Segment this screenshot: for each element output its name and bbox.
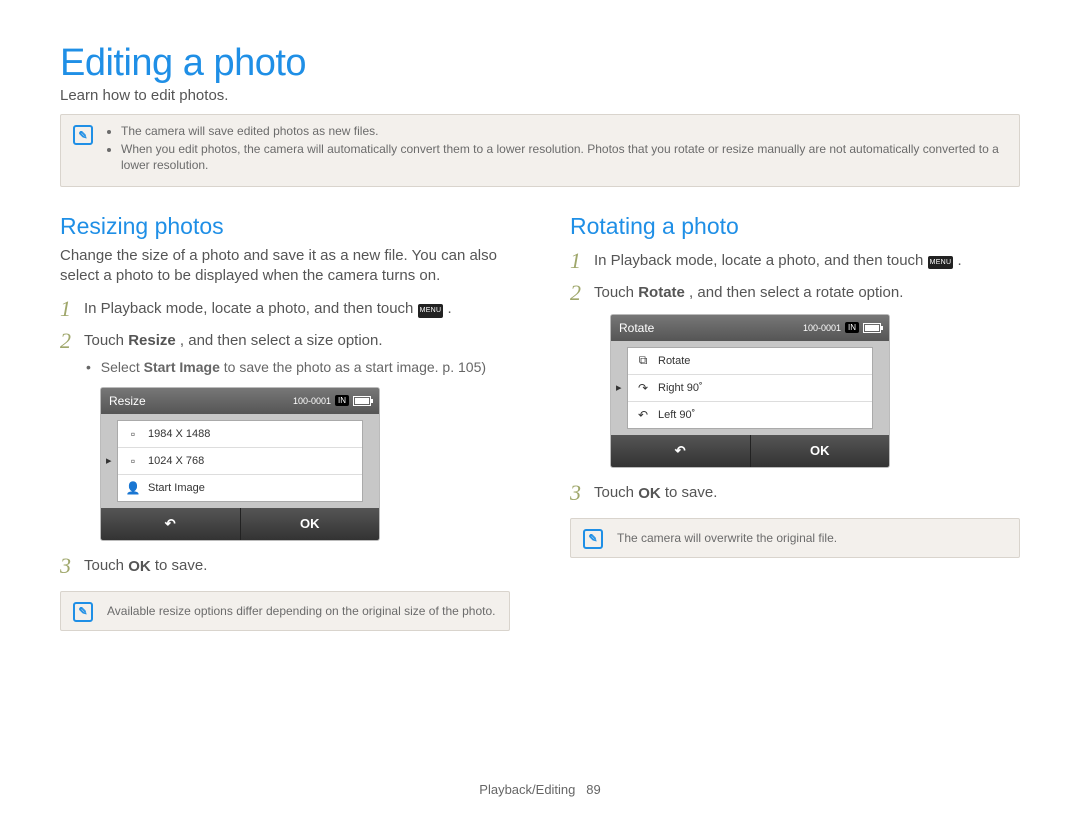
rotating-heading: Rotating a photo (570, 213, 1020, 240)
rotate-step-2: 2 Touch Rotate , and then select a rotat… (570, 282, 1020, 304)
step-text: In Playback mode, locate a photo, and th… (84, 300, 418, 317)
storage-icon: IN (335, 395, 349, 406)
footer-section: Playback/Editing (479, 782, 575, 797)
rotate-footnote: ✎ The camera will overwrite the original… (570, 518, 1020, 558)
resizing-heading: Resizing photos (60, 213, 510, 240)
ok-icon: OK (128, 556, 151, 577)
camera-title: Resize (109, 394, 146, 408)
rotate-off-icon: ⧉ (634, 353, 652, 368)
step-number: 2 (60, 330, 84, 352)
step-number: 3 (60, 555, 84, 577)
camera-status: 100-0001 IN (293, 395, 371, 406)
resize-option[interactable]: ▫ 1984 X 1488 (118, 421, 362, 448)
page: Editing a photo Learn how to edit photos… (0, 0, 1080, 815)
camera-fileno: 100-0001 (803, 323, 841, 333)
back-icon: ↶ (675, 443, 686, 459)
camera-titlebar: Resize 100-0001 IN (101, 388, 379, 414)
page-title: Editing a photo (60, 42, 1020, 85)
menu-icon: MENU (418, 304, 444, 318)
camera-titlebar: Rotate 100-0001 IN (611, 315, 889, 341)
resize-step-1: 1 In Playback mode, locate a photo, and … (60, 298, 510, 320)
step-text: . (958, 252, 962, 269)
camera-status: 100-0001 IN (803, 322, 881, 333)
rotate-left-icon: ↶ (634, 408, 652, 422)
option-label: Left 90˚ (658, 409, 695, 421)
back-icon: ↶ (165, 516, 176, 532)
step-number: 1 (60, 298, 84, 320)
resolution-icon: ▫ (124, 427, 142, 441)
rotate-right-icon: ↷ (634, 381, 652, 395)
back-button[interactable]: ↶ (611, 435, 751, 467)
ok-icon: OK (638, 483, 661, 504)
top-note-bullet: The camera will save edited photos as ne… (121, 123, 1007, 139)
step-text: , and then select a size option. (180, 332, 383, 349)
resolution-icon: ▫ (124, 454, 142, 468)
rotate-camera-ui: Rotate 100-0001 IN ⧉ Rotate ↷ (610, 314, 890, 468)
start-image-icon: 👤 (124, 481, 142, 495)
footnote-text: Available resize options differ dependin… (107, 604, 496, 618)
top-note-list: The camera will save edited photos as ne… (107, 123, 1007, 176)
step-text: to save. (665, 484, 718, 501)
resize-step-2: 2 Touch Resize , and then select a size … (60, 330, 510, 352)
rotate-option[interactable]: ↷ Right 90˚ (628, 375, 872, 402)
step-text: to save. (155, 557, 208, 574)
step-text: . (448, 300, 452, 317)
resize-option-list: ▫ 1984 X 1488 ▫ 1024 X 768 👤 Start Image (117, 420, 363, 502)
resizing-intro: Change the size of a photo and save it a… (60, 246, 510, 287)
camera-fileno: 100-0001 (293, 396, 331, 406)
note-icon: ✎ (73, 125, 93, 145)
resizing-column: Resizing photos Change the size of a pho… (60, 205, 510, 631)
option-label: 1984 X 1488 (148, 428, 210, 440)
resize-footnote: ✎ Available resize options differ depend… (60, 591, 510, 631)
footer-page-number: 89 (586, 782, 600, 797)
battery-icon (353, 396, 371, 406)
option-label: 1024 X 768 (148, 455, 204, 467)
rotate-option[interactable]: ⧉ Rotate (628, 348, 872, 375)
camera-button-bar: ↶ OK (611, 435, 889, 467)
rotate-option-list: ⧉ Rotate ↷ Right 90˚ ↶ Left 90˚ (627, 347, 873, 429)
option-label: Rotate (658, 355, 690, 367)
rotating-column: Rotating a photo 1 In Playback mode, loc… (570, 205, 1020, 631)
step-number: 2 (570, 282, 594, 304)
step-bold: Resize (128, 332, 176, 349)
rotate-option[interactable]: ↶ Left 90˚ (628, 402, 872, 428)
step-text: , and then select a rotate option. (689, 284, 903, 301)
step-text: Touch (84, 557, 128, 574)
resize-step-3: 3 Touch OK to save. (60, 555, 510, 577)
resize-substep: Select Start Image to save the photo as … (98, 358, 510, 377)
ok-button[interactable]: OK (751, 435, 890, 467)
camera-title: Rotate (619, 321, 654, 335)
step-text: Touch (594, 484, 638, 501)
resize-option[interactable]: 👤 Start Image (118, 475, 362, 501)
step-number: 3 (570, 482, 594, 504)
option-label: Start Image (148, 482, 205, 494)
page-subtitle: Learn how to edit photos. (60, 87, 1020, 104)
resize-camera-ui: Resize 100-0001 IN ▫ 1984 X 1488 (100, 387, 380, 541)
menu-icon: MENU (928, 256, 954, 270)
back-button[interactable]: ↶ (101, 508, 241, 540)
step-number: 1 (570, 250, 594, 272)
top-note-box: ✎ The camera will save edited photos as … (60, 114, 1020, 187)
storage-icon: IN (845, 322, 859, 333)
option-label: Right 90˚ (658, 382, 703, 394)
step-bold: Rotate (638, 284, 685, 301)
ok-button[interactable]: OK (241, 508, 380, 540)
step-text: In Playback mode, locate a photo, and th… (594, 252, 928, 269)
rotate-step-1: 1 In Playback mode, locate a photo, and … (570, 250, 1020, 272)
note-icon: ✎ (583, 529, 603, 549)
resize-option[interactable]: ▫ 1024 X 768 (118, 448, 362, 475)
camera-button-bar: ↶ OK (101, 508, 379, 540)
battery-icon (863, 323, 881, 333)
page-footer: Playback/Editing 89 (0, 782, 1080, 797)
note-icon: ✎ (73, 602, 93, 622)
footnote-text: The camera will overwrite the original f… (617, 531, 837, 545)
step-text: Touch (594, 284, 638, 301)
step-text: Touch (84, 332, 128, 349)
rotate-step-3: 3 Touch OK to save. (570, 482, 1020, 504)
top-note-bullet: When you edit photos, the camera will au… (121, 141, 1007, 173)
